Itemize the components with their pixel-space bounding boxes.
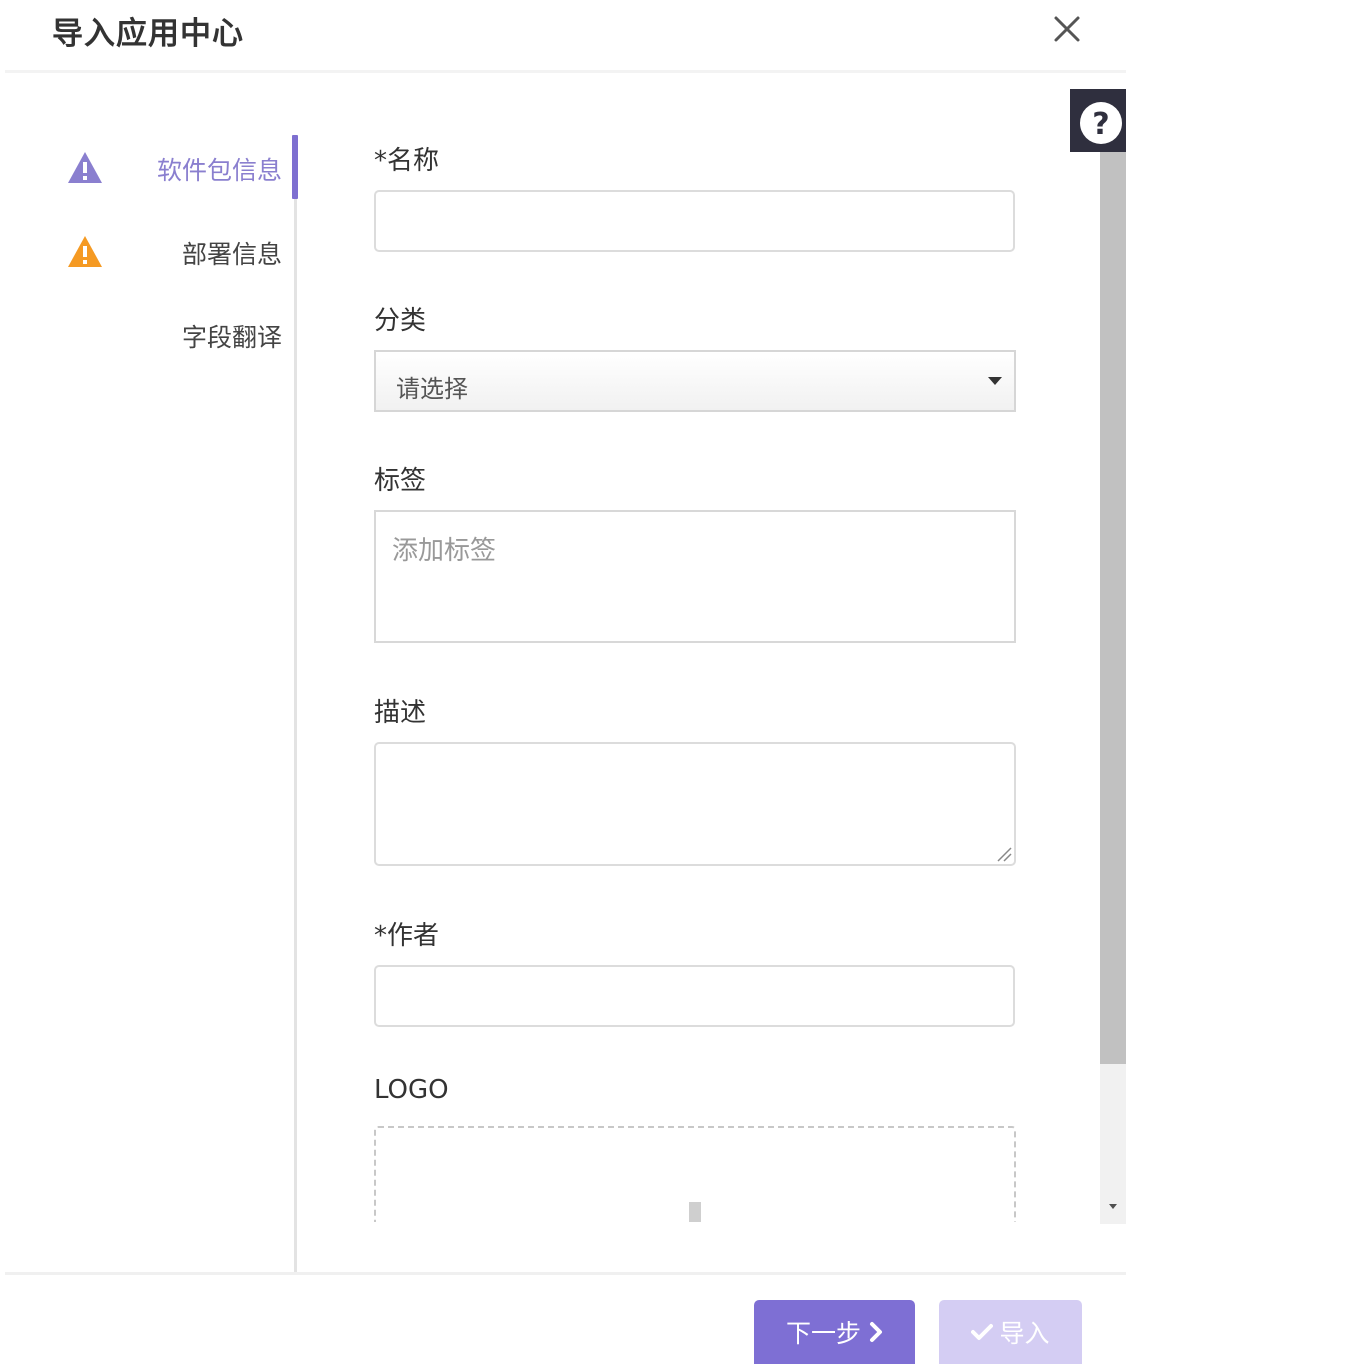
name-label: *名称: [374, 146, 440, 176]
dialog-title: 导入应用中心: [52, 16, 244, 52]
form-scrollbar[interactable]: [1100, 152, 1126, 1224]
help-glyph: ?: [1092, 107, 1109, 142]
category-selected-value: 请选择: [396, 375, 468, 403]
step-label: 字段翻译: [181, 323, 282, 352]
close-icon: [1054, 16, 1080, 42]
scroll-down-arrow-icon[interactable]: [1100, 1192, 1126, 1220]
category-select[interactable]: 请选择: [374, 350, 1016, 412]
steps-nav: 软件包信息 部署信息 字段翻译: [0, 80, 296, 1272]
author-label: *作者: [374, 921, 440, 951]
chevron-right-icon: [870, 1322, 882, 1342]
help-button[interactable]: ?: [1070, 89, 1126, 152]
description-textarea[interactable]: [374, 742, 1016, 866]
logo-upload-area[interactable]: [374, 1126, 1016, 1222]
step-package-info[interactable]: 软件包信息: [0, 137, 296, 197]
steps-track: [294, 135, 297, 1272]
close-button[interactable]: [1048, 8, 1088, 52]
description-label: 描述: [374, 698, 427, 728]
tags-input[interactable]: 添加标签: [374, 510, 1016, 643]
next-step-label: 下一步: [785, 1319, 861, 1348]
warning-icon: [68, 236, 102, 267]
footer-divider: [5, 1272, 1126, 1275]
import-app-dialog: 导入应用中心 软件包信息 部署信息 字段翻译 *名称 分类 请选择 标签 添加标…: [0, 0, 1126, 1364]
step-label: 软件包信息: [156, 156, 282, 185]
active-step-indicator: [292, 135, 298, 199]
name-input[interactable]: [374, 190, 1015, 252]
step-field-translation[interactable]: 字段翻译: [0, 304, 296, 364]
resize-grip-icon[interactable]: [994, 844, 1012, 862]
author-input[interactable]: [374, 965, 1015, 1027]
category-label: 分类: [374, 306, 427, 336]
step-label: 部署信息: [181, 240, 282, 269]
logo-label: LOGO: [374, 1075, 449, 1105]
form-scroll-area: *名称 分类 请选择 标签 添加标签 描述 *作者 LOGO: [300, 80, 1070, 1222]
step-deploy-info[interactable]: 部署信息: [0, 221, 296, 281]
tags-label: 标签: [374, 466, 427, 496]
next-step-button[interactable]: 下一步: [754, 1300, 915, 1364]
header-divider: [5, 70, 1126, 73]
scrollbar-thumb[interactable]: [1100, 152, 1126, 1064]
warning-icon: [68, 152, 102, 183]
help-icon: ?: [1080, 102, 1122, 144]
check-icon: [971, 1324, 994, 1340]
import-label: 导入: [999, 1319, 1050, 1348]
upload-placeholder-icon: [689, 1202, 701, 1222]
import-button[interactable]: 导入: [939, 1300, 1082, 1364]
caret-down-icon: [988, 377, 1002, 385]
tags-placeholder: 添加标签: [392, 536, 497, 566]
